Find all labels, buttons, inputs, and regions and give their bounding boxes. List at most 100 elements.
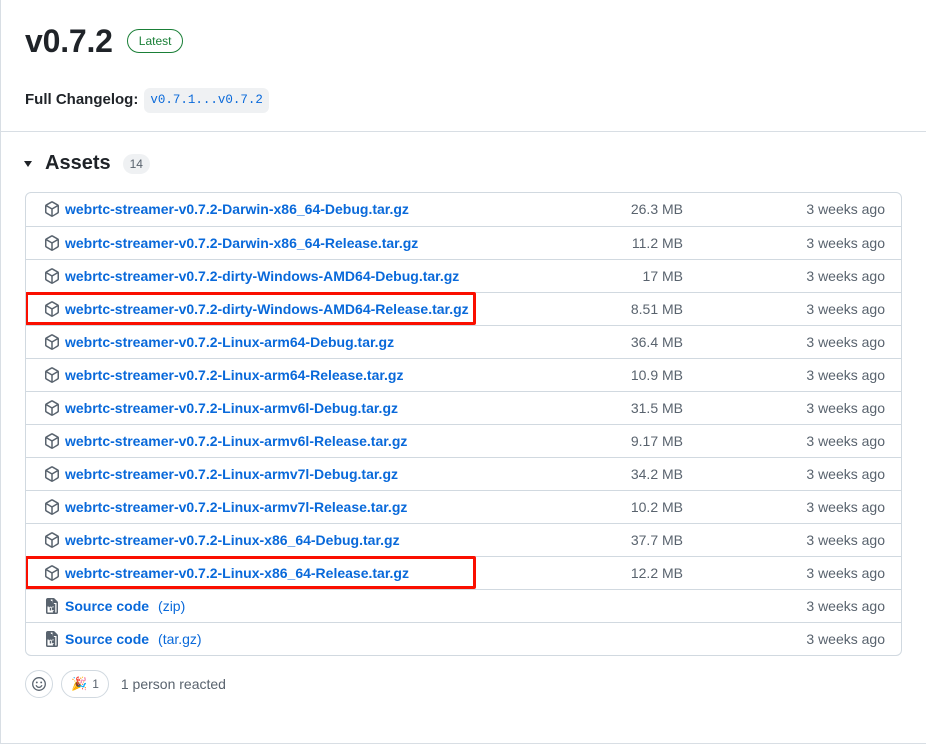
assets-table: webrtc-streamer-v0.7.2-Darwin-x86_64-Deb… xyxy=(25,191,902,656)
asset-name-cell: webrtc-streamer-v0.7.2-Linux-x86_64-Rele… xyxy=(44,565,575,581)
changelog-compare-link[interactable]: v0.7.1...v0.7.2 xyxy=(144,88,269,113)
table-row[interactable]: webrtc-streamer-v0.7.2-Linux-arm64-Debug… xyxy=(26,324,901,358)
release-card: v0.7.2 Latest Full Changelog: v0.7.1...v… xyxy=(0,0,926,744)
asset-format-suffix: (tar.gz) xyxy=(158,630,202,647)
package-icon xyxy=(44,531,60,548)
asset-date: 3 weeks ago xyxy=(806,498,885,515)
asset-size: 9.17 MB xyxy=(630,432,683,449)
asset-size: 17 MB xyxy=(642,267,683,284)
assets-section: Assets 14 webrtc-streamer-v0.7.2-Darwin-… xyxy=(1,132,926,656)
chevron-down-icon[interactable] xyxy=(24,160,32,167)
asset-download-link[interactable]: Source code xyxy=(65,598,149,614)
file-zip-icon xyxy=(44,630,60,647)
package-icon xyxy=(44,432,60,449)
asset-date: 3 weeks ago xyxy=(806,333,885,350)
asset-name-cell: webrtc-streamer-v0.7.2-dirty-Windows-AMD… xyxy=(44,268,575,284)
table-row[interactable]: Source code (tar.gz) 3 weeks ago xyxy=(26,621,901,655)
asset-date: 3 weeks ago xyxy=(806,366,885,383)
reaction-count: 1 xyxy=(92,676,99,691)
table-row[interactable]: webrtc-streamer-v0.7.2-Linux-arm64-Relea… xyxy=(26,357,901,391)
asset-download-link[interactable]: webrtc-streamer-v0.7.2-dirty-Windows-AMD… xyxy=(65,301,469,317)
package-icon xyxy=(44,300,60,317)
asset-download-link[interactable]: webrtc-streamer-v0.7.2-Linux-x86_64-Debu… xyxy=(65,532,400,548)
asset-name-cell: webrtc-streamer-v0.7.2-Darwin-x86_64-Rel… xyxy=(44,235,575,251)
table-row[interactable]: webrtc-streamer-v0.7.2-Darwin-x86_64-Deb… xyxy=(26,193,901,226)
changelog-row: Full Changelog: v0.7.1...v0.7.2 xyxy=(25,88,902,113)
table-row[interactable]: webrtc-streamer-v0.7.2-Linux-armv7l-Debu… xyxy=(26,456,901,490)
asset-name-cell: webrtc-streamer-v0.7.2-Linux-x86_64-Debu… xyxy=(44,532,575,548)
asset-download-link[interactable]: webrtc-streamer-v0.7.2-Linux-armv7l-Debu… xyxy=(65,466,398,482)
asset-name-cell: webrtc-streamer-v0.7.2-Linux-armv6l-Debu… xyxy=(44,400,575,416)
asset-name-cell: webrtc-streamer-v0.7.2-Linux-armv6l-Rele… xyxy=(44,433,575,449)
package-icon xyxy=(44,465,60,482)
package-icon xyxy=(44,267,60,284)
package-icon xyxy=(44,234,60,251)
package-icon xyxy=(44,366,60,383)
asset-date: 3 weeks ago xyxy=(806,300,885,317)
table-row[interactable]: webrtc-streamer-v0.7.2-Linux-x86_64-Rele… xyxy=(26,555,901,589)
asset-date: 3 weeks ago xyxy=(806,597,885,614)
status-badge-latest: Latest xyxy=(126,29,184,53)
asset-name-cell: Source code (tar.gz) xyxy=(44,630,575,647)
table-row[interactable]: webrtc-streamer-v0.7.2-Linux-armv6l-Debu… xyxy=(26,390,901,424)
asset-name-cell: webrtc-streamer-v0.7.2-Linux-armv7l-Rele… xyxy=(44,499,575,515)
asset-size: 36.4 MB xyxy=(630,333,683,350)
asset-size: 26.3 MB xyxy=(630,201,683,218)
asset-date: 3 weeks ago xyxy=(806,201,885,218)
package-icon xyxy=(44,498,60,515)
changelog-label: Full Changelog: xyxy=(25,91,139,109)
asset-download-link[interactable]: webrtc-streamer-v0.7.2-Linux-x86_64-Rele… xyxy=(65,565,409,581)
assets-heading[interactable]: Assets 14 xyxy=(24,150,902,178)
assets-count-badge: 14 xyxy=(122,153,150,174)
asset-download-link[interactable]: webrtc-streamer-v0.7.2-Linux-arm64-Relea… xyxy=(65,367,403,383)
asset-size: 11.2 MB xyxy=(631,234,683,251)
asset-format-suffix: (zip) xyxy=(158,597,186,614)
package-icon xyxy=(44,333,60,350)
asset-date: 3 weeks ago xyxy=(806,432,885,449)
release-title-row: v0.7.2 Latest xyxy=(25,20,902,62)
asset-download-link[interactable]: webrtc-streamer-v0.7.2-Linux-arm64-Debug… xyxy=(65,334,394,350)
asset-name-cell: Source code (zip) xyxy=(44,597,575,614)
asset-download-link[interactable]: Source code xyxy=(65,631,149,647)
release-header: v0.7.2 Latest Full Changelog: v0.7.1...v… xyxy=(1,0,926,131)
table-row[interactable]: webrtc-streamer-v0.7.2-dirty-Windows-AMD… xyxy=(26,258,901,292)
asset-size: 31.5 MB xyxy=(630,399,683,416)
table-row[interactable]: webrtc-streamer-v0.7.2-Linux-armv6l-Rele… xyxy=(26,423,901,457)
asset-size: 12.2 MB xyxy=(630,564,683,581)
table-row[interactable]: webrtc-streamer-v0.7.2-Linux-x86_64-Debu… xyxy=(26,522,901,556)
package-icon xyxy=(44,564,60,581)
asset-size: 10.9 MB xyxy=(630,366,683,383)
asset-download-link[interactable]: webrtc-streamer-v0.7.2-Linux-armv6l-Debu… xyxy=(65,400,398,416)
asset-date: 3 weeks ago xyxy=(806,630,885,647)
asset-download-link[interactable]: webrtc-streamer-v0.7.2-Linux-armv7l-Rele… xyxy=(65,499,407,515)
asset-date: 3 weeks ago xyxy=(806,267,885,284)
asset-size: 8.51 MB xyxy=(630,300,683,317)
asset-download-link[interactable]: webrtc-streamer-v0.7.2-Darwin-x86_64-Rel… xyxy=(65,235,418,251)
asset-download-link[interactable]: webrtc-streamer-v0.7.2-Darwin-x86_64-Deb… xyxy=(65,201,409,217)
asset-download-link[interactable]: webrtc-streamer-v0.7.2-dirty-Windows-AMD… xyxy=(65,268,459,284)
assets-title: Assets xyxy=(45,152,111,175)
reaction-summary: 1 person reacted xyxy=(120,675,226,692)
reaction-pill-hooray[interactable]: 🎉 1 xyxy=(61,669,109,698)
asset-name-cell: webrtc-streamer-v0.7.2-Linux-arm64-Relea… xyxy=(44,367,575,383)
asset-date: 3 weeks ago xyxy=(806,564,885,581)
asset-date: 3 weeks ago xyxy=(806,465,885,482)
table-row[interactable]: webrtc-streamer-v0.7.2-dirty-Windows-AMD… xyxy=(26,291,901,325)
add-reaction-icon[interactable] xyxy=(25,669,53,698)
asset-size: 34.2 MB xyxy=(630,465,683,482)
asset-size: 37.7 MB xyxy=(630,531,683,548)
reactions-bar: 🎉 1 1 person reacted xyxy=(1,656,926,698)
table-row[interactable]: webrtc-streamer-v0.7.2-Linux-armv7l-Rele… xyxy=(26,489,901,523)
party-popper-icon: 🎉 xyxy=(71,676,88,692)
asset-date: 3 weeks ago xyxy=(806,399,885,416)
asset-date: 3 weeks ago xyxy=(806,234,885,251)
asset-size: 10.2 MB xyxy=(630,498,683,515)
table-row[interactable]: Source code (zip) 3 weeks ago xyxy=(26,588,901,622)
asset-name-cell: webrtc-streamer-v0.7.2-Linux-armv7l-Debu… xyxy=(44,466,575,482)
asset-name-cell: webrtc-streamer-v0.7.2-dirty-Windows-AMD… xyxy=(44,301,575,317)
file-zip-icon xyxy=(44,597,60,614)
page-title: v0.7.2 xyxy=(25,23,113,59)
table-row[interactable]: webrtc-streamer-v0.7.2-Darwin-x86_64-Rel… xyxy=(26,225,901,259)
asset-download-link[interactable]: webrtc-streamer-v0.7.2-Linux-armv6l-Rele… xyxy=(65,433,407,449)
asset-name-cell: webrtc-streamer-v0.7.2-Linux-arm64-Debug… xyxy=(44,334,575,350)
